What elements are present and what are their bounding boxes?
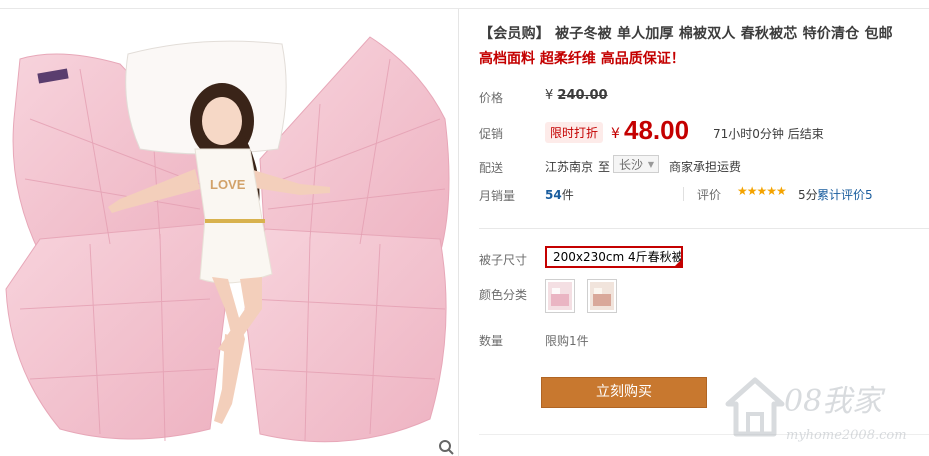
rating-stars-icon: ★★★★★ [737,184,787,198]
product-main-image[interactable]: LOVE [0,9,459,456]
shipping-to-word: 至 [598,160,611,174]
monthly-sales-label: 月销量 [479,189,516,203]
shipping-fee-text: 商家承担运费 [669,160,742,174]
color-label: 颜色分类 [479,288,528,302]
magnifier-icon[interactable] [437,438,455,456]
quantity-label: 数量 [479,334,504,348]
pink-quilt-thumbnail-icon [548,282,572,310]
shipping-origin: 江苏南京 [545,160,594,174]
destination-city-select[interactable]: 长沙 ▼ [613,155,659,173]
color-option-2[interactable] [587,279,617,313]
price-label: 价格 [479,91,504,105]
promo-label: 促销 [479,127,504,141]
stats-separator [683,187,684,201]
reviews-link[interactable]: 累计评价5 [817,186,873,203]
original-price: ¥ 240.00 [545,88,608,103]
rating-score: 5分 [798,188,818,202]
selected-check-icon [675,260,681,266]
section-divider [479,228,929,229]
promo-currency: ¥ [611,126,620,142]
destination-city-value: 长沙 [619,158,644,172]
original-price-currency: ¥ [545,88,554,103]
size-option-value: 200x230cm 4斤春秋被 [553,250,683,264]
quilt-photo: LOVE [5,36,450,443]
original-price-value: 240.00 [557,88,608,103]
monthly-sales-count: 54 [545,188,562,202]
chevron-down-icon: ▼ [647,160,654,169]
size-option-selected[interactable]: 200x230cm 4斤春秋被 [545,246,683,268]
house-logo-icon [725,377,785,437]
quantity-limit: 限购1件 [545,334,589,348]
monthly-sales-unit: 件 [561,188,574,202]
monthly-sales: 54件 [545,186,574,203]
product-title: 【会员购】 被子冬被 单人加厚 棉被双人 春秋被芯 特价清仓 包邮 [479,26,893,42]
size-label: 被子尺寸 [479,253,528,267]
buy-now-button[interactable]: 立刻购买 [541,377,707,408]
watermark-brand: 08我家 [784,384,883,419]
promo-countdown: 71小时0分钟 后结束 [713,127,824,141]
promo-badge: 限时打折 [545,122,604,143]
shipping-label: 配送 [479,161,504,175]
watermark-url: myhome2008.com [786,428,907,443]
product-subtitle: 高档面料 超柔纤维 高品质保证！ [479,51,685,67]
beige-quilt-thumbnail-icon [590,282,614,310]
svg-text:LOVE: LOVE [210,177,246,192]
rating-label: 评价 [697,188,722,202]
color-option-1[interactable] [545,279,575,313]
promo-price: 48.00 [624,115,690,145]
site-watermark: 08我家 myhome2008.com [724,372,929,456]
